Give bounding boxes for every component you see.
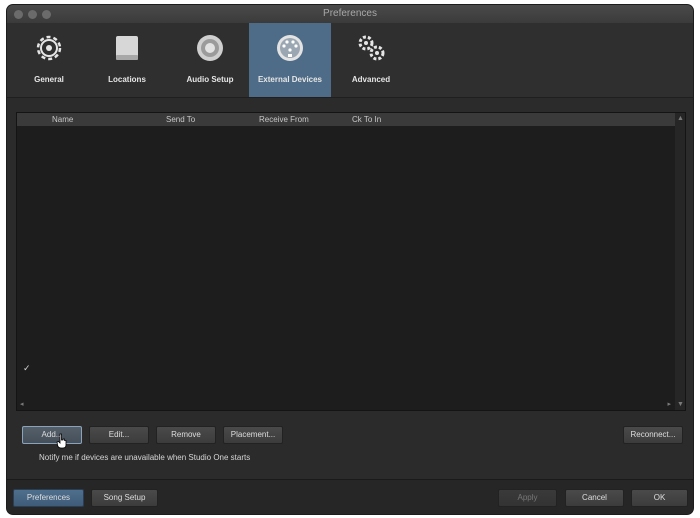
placement-button[interactable]: Placement... xyxy=(223,426,283,444)
edit-button[interactable]: Edit... xyxy=(89,426,149,444)
tab-audio-setup-label: Audio Setup xyxy=(186,75,234,84)
hand-cursor-icon xyxy=(56,433,67,449)
song-setup-button[interactable]: Song Setup xyxy=(91,489,158,507)
column-header-send-to[interactable]: Send To xyxy=(166,115,195,124)
scroll-left-arrow-icon[interactable]: ◂ xyxy=(20,400,24,408)
speaker-icon xyxy=(197,35,223,61)
preferences-toolbar: General Locations Audio Setup External D… xyxy=(7,23,693,98)
table-vertical-scrollbar[interactable]: ▲ ▼ xyxy=(675,113,685,410)
column-header-receive-from[interactable]: Receive From xyxy=(259,115,309,124)
add-button[interactable]: Add... xyxy=(22,426,82,444)
window-title: Preferences xyxy=(323,8,377,19)
midi-port-icon xyxy=(277,35,303,61)
footer-bar: Preferences Song Setup Apply Cancel OK xyxy=(7,479,693,514)
devices-table[interactable]: Name Send To Receive From Ck To In ▲ ▼ ◂… xyxy=(16,112,686,411)
preferences-window: Preferences General Locations Audio Setu… xyxy=(7,5,693,514)
drive-icon xyxy=(116,36,138,60)
title-bar: Preferences xyxy=(7,5,693,23)
scroll-right-arrow-icon[interactable]: ▸ xyxy=(667,400,671,408)
tab-external-devices-label: External Devices xyxy=(257,75,323,84)
tab-advanced-label: Advanced xyxy=(351,75,391,84)
tab-locations[interactable]: Locations xyxy=(90,23,164,97)
ok-button[interactable]: OK xyxy=(631,489,688,507)
tab-general-label: General xyxy=(34,75,64,84)
preferences-button[interactable]: Preferences xyxy=(13,489,84,507)
external-devices-panel: Name Send To Receive From Ck To In ▲ ▼ ◂… xyxy=(7,98,693,478)
notify-checkbox[interactable]: ✓ xyxy=(23,363,31,374)
tab-audio-setup[interactable]: Audio Setup xyxy=(173,23,247,97)
gears-icon xyxy=(358,35,385,61)
scroll-up-arrow-icon[interactable]: ▲ xyxy=(677,115,684,122)
remove-button[interactable]: Remove xyxy=(156,426,216,444)
column-header-name[interactable]: Name xyxy=(52,115,73,124)
tab-external-devices[interactable]: External Devices xyxy=(249,23,331,97)
tab-advanced[interactable]: Advanced xyxy=(334,23,408,97)
scroll-down-arrow-icon[interactable]: ▼ xyxy=(677,401,684,408)
tab-locations-label: Locations xyxy=(108,75,146,84)
gear-icon xyxy=(36,35,62,61)
notify-label: Notify me if devices are unavailable whe… xyxy=(39,453,251,462)
cancel-button[interactable]: Cancel xyxy=(565,489,624,507)
column-header-ck-to-in[interactable]: Ck To In xyxy=(352,115,381,124)
reconnect-button[interactable]: Reconnect... xyxy=(623,426,683,444)
tab-general[interactable]: General xyxy=(12,23,86,97)
apply-button[interactable]: Apply xyxy=(498,489,557,507)
table-header: Name Send To Receive From Ck To In xyxy=(17,113,675,126)
